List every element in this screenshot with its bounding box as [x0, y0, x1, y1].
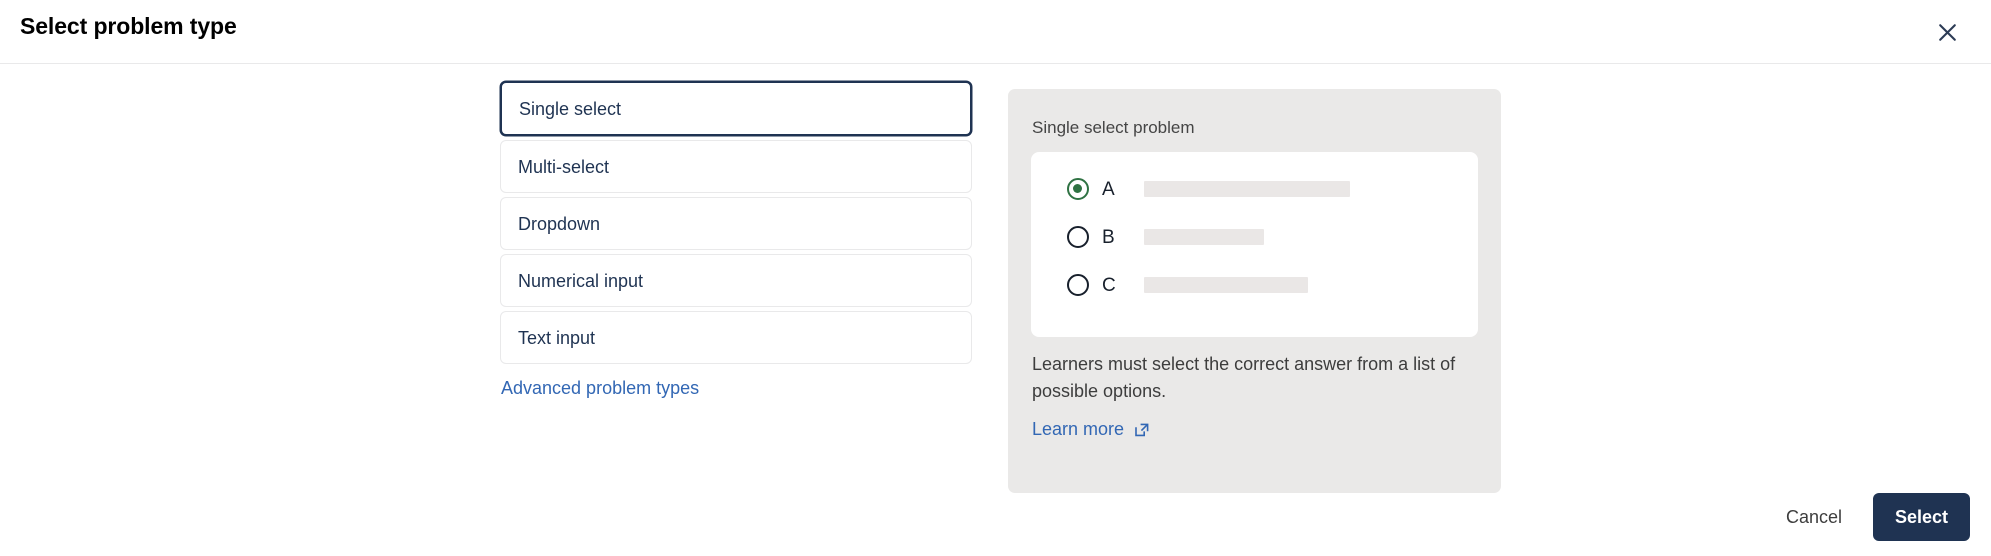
close-button[interactable]	[1925, 10, 1969, 54]
preview-description: Learners must select the correct answer …	[1032, 354, 1456, 402]
preview-choice-row: C	[1067, 272, 1308, 298]
modal-body: Single select Multi-select Dropdown Nume…	[0, 64, 1991, 493]
choice-placeholder-bar	[1144, 277, 1308, 293]
select-button[interactable]: Select	[1872, 493, 1970, 541]
choice-placeholder-bar	[1144, 181, 1350, 197]
modal-footer: Cancel Select	[0, 478, 1991, 556]
preview-choice-row: A	[1067, 176, 1350, 202]
learn-more-label: Learn more	[1032, 419, 1125, 439]
page-title: Select problem type	[20, 13, 237, 39]
problem-type-label: Multi-select	[518, 156, 610, 177]
problem-preview-panel: Single select problem A B C Learners mus…	[1008, 89, 1501, 493]
radio-button-b	[1067, 226, 1089, 248]
choice-letter: A	[1102, 178, 1115, 200]
preview-choice-row: B	[1067, 224, 1264, 250]
problem-type-option-single-select[interactable]: Single select	[500, 81, 972, 136]
learn-more-link[interactable]: Learn more	[1032, 419, 1150, 440]
problem-type-label: Numerical input	[518, 270, 644, 291]
cancel-button[interactable]: Cancel	[1768, 493, 1860, 541]
choice-placeholder-bar	[1144, 229, 1264, 245]
problem-type-option-multi-select[interactable]: Multi-select	[500, 140, 972, 193]
radio-button-a	[1067, 178, 1089, 200]
preview-heading: Single select problem	[1032, 118, 1195, 137]
problem-type-option-dropdown[interactable]: Dropdown	[500, 197, 972, 250]
preview-question-card: A B C	[1031, 152, 1478, 337]
close-icon	[1938, 23, 1957, 42]
advanced-problem-types-link[interactable]: Advanced problem types	[501, 378, 699, 399]
problem-type-label: Dropdown	[518, 213, 601, 234]
radio-button-c	[1067, 274, 1089, 296]
problem-type-list: Single select Multi-select Dropdown Nume…	[500, 81, 972, 368]
problem-type-option-numerical-input[interactable]: Numerical input	[500, 254, 972, 307]
external-link-icon	[1134, 422, 1150, 438]
problem-type-option-text-input[interactable]: Text input	[500, 311, 972, 364]
choice-letter: B	[1102, 226, 1115, 248]
select-problem-type-modal: Select problem type Single select Multi-…	[0, 0, 1991, 556]
problem-type-label: Text input	[518, 327, 596, 348]
problem-type-label: Single select	[519, 98, 622, 119]
choice-letter: C	[1102, 274, 1116, 296]
modal-header: Select problem type	[0, 0, 1991, 64]
